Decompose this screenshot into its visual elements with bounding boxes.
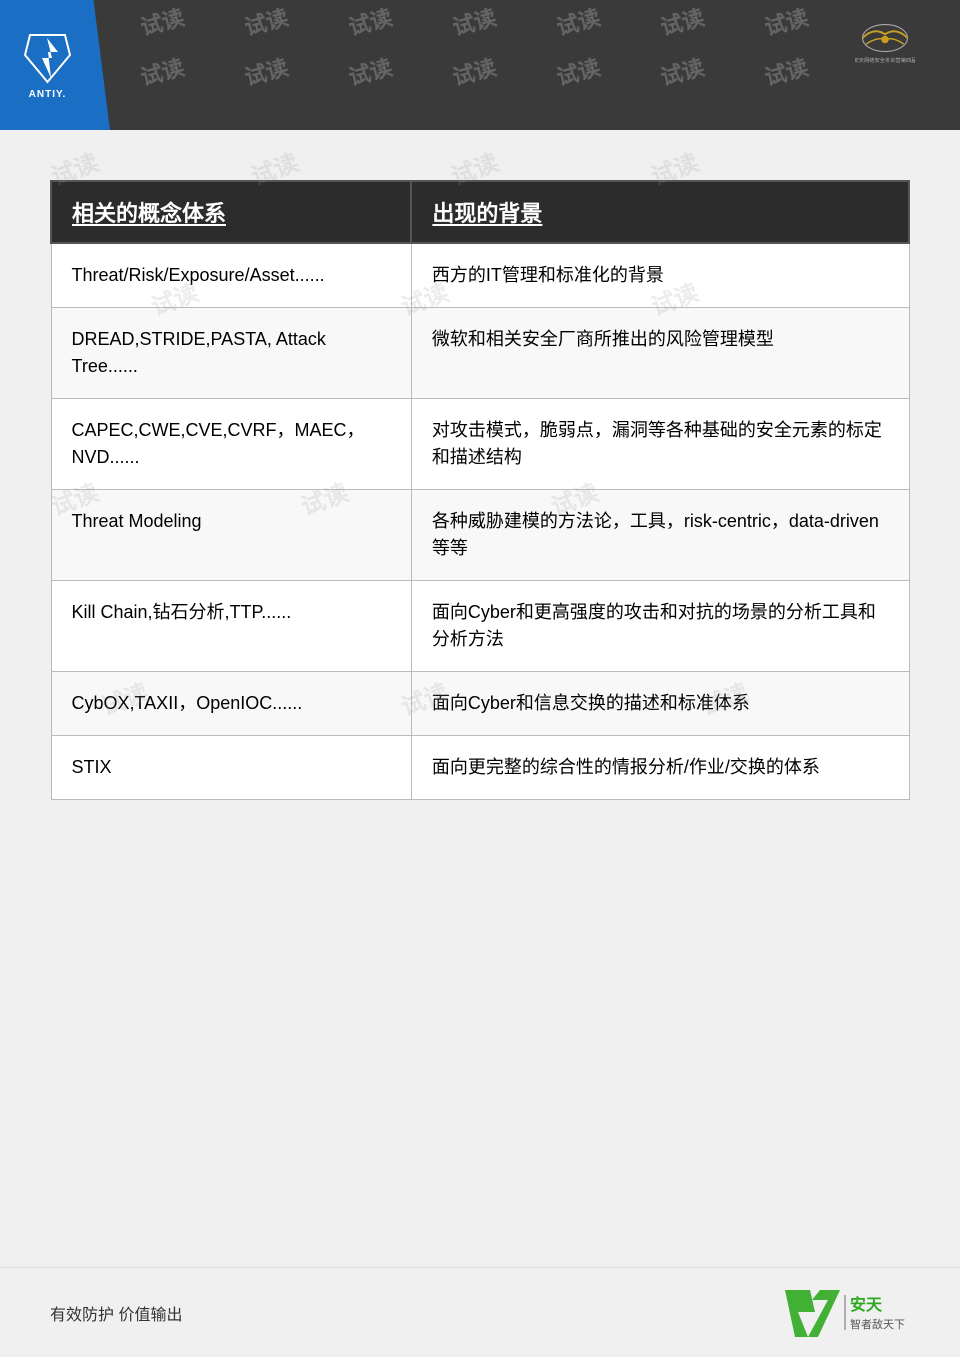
table-row: Threat/Risk/Exposure/Asset......西方的IT管理和… xyxy=(51,243,909,308)
footer: 有效防护 价值输出 安天 智者敌天下 xyxy=(0,1267,960,1357)
watermark-1: 试读 xyxy=(137,0,188,42)
table-row: Threat Modeling各种威胁建模的方法论，工具，risk-centri… xyxy=(51,490,909,581)
table-row: CAPEC,CWE,CVE,CVRF，MAEC，NVD......对攻击模式，脆… xyxy=(51,399,909,490)
watermark-7: 试读 xyxy=(761,0,812,42)
table-row: STIX面向更完整的综合性的情报分析/作业/交换的体系 xyxy=(51,736,909,800)
col1-header: 相关的概念体系 xyxy=(51,181,411,243)
watermark-3: 试读 xyxy=(345,0,396,42)
main-content: 试读 试读 试读 试读 试读 试读 试读 试读 试读 试读 试读 试读 试读 试… xyxy=(0,130,960,830)
watermark-8: 试读 xyxy=(137,50,188,92)
watermark-4: 试读 xyxy=(449,0,500,42)
header-emblem-icon: 安天网络安全冬训营第四届 xyxy=(855,23,915,68)
table-cell-left-3: Threat Modeling xyxy=(51,490,411,581)
table-cell-left-2: CAPEC,CWE,CVE,CVRF，MAEC，NVD...... xyxy=(51,399,411,490)
table-cell-left-0: Threat/Risk/Exposure/Asset...... xyxy=(51,243,411,308)
table-cell-right-0: 西方的IT管理和标准化的背景 xyxy=(411,243,909,308)
table-row: CybOX,TAXII，OpenIOC......面向Cyber和信息交换的描述… xyxy=(51,672,909,736)
table-cell-right-2: 对攻击模式，脆弱点，漏洞等各种基础的安全元素的标定和描述结构 xyxy=(411,399,909,490)
svg-text:智者敌天下: 智者敌天下 xyxy=(850,1317,905,1331)
watermark-9: 试读 xyxy=(241,50,292,92)
watermark-5: 试读 xyxy=(553,0,604,42)
table-row: Kill Chain,钻石分析,TTP......面向Cyber和更高强度的攻击… xyxy=(51,581,909,672)
watermark-13: 试读 xyxy=(657,50,708,92)
watermark-11: 试读 xyxy=(449,50,500,92)
footer-logo-icon: 安天 智者敌天下 xyxy=(780,1285,910,1340)
svg-text:安天网络安全冬训营第四届: 安天网络安全冬训营第四届 xyxy=(855,56,915,64)
watermark-14: 试读 xyxy=(761,50,812,92)
watermark-12: 试读 xyxy=(553,50,604,92)
table-row: DREAD,STRIDE,PASTA, Attack Tree......微软和… xyxy=(51,308,909,399)
header-bar: ANTIY. 试读 试读 试读 试读 试读 试读 试读 试读 试读 试读 试读 … xyxy=(0,0,960,130)
table-cell-right-3: 各种威胁建模的方法论，工具，risk-centric，data-driven等等 xyxy=(411,490,909,581)
logo-box: ANTIY. xyxy=(0,0,110,130)
table-cell-left-6: STIX xyxy=(51,736,411,800)
antiy-logo-text: ANTIY. xyxy=(29,89,67,100)
footer-logo-area: 安天 智者敌天下 xyxy=(780,1285,910,1340)
col2-header: 出现的背景 xyxy=(411,181,909,243)
footer-tagline: 有效防护 价值输出 xyxy=(50,1301,182,1325)
table-cell-right-6: 面向更完整的综合性的情报分析/作业/交换的体系 xyxy=(411,736,909,800)
watermark-6: 试读 xyxy=(657,0,708,42)
watermark-10: 试读 xyxy=(345,50,396,92)
table-cell-right-5: 面向Cyber和信息交换的描述和标准体系 xyxy=(411,672,909,736)
table-cell-right-4: 面向Cyber和更高强度的攻击和对抗的场景的分析工具和分析方法 xyxy=(411,581,909,672)
table-cell-left-1: DREAD,STRIDE,PASTA, Attack Tree...... xyxy=(51,308,411,399)
table-cell-right-1: 微软和相关安全厂商所推出的风险管理模型 xyxy=(411,308,909,399)
svg-text:安天: 安天 xyxy=(850,1295,883,1314)
table-cell-left-5: CybOX,TAXII，OpenIOC...... xyxy=(51,672,411,736)
antiy-logo-icon xyxy=(20,30,75,85)
table-cell-left-4: Kill Chain,钻石分析,TTP...... xyxy=(51,581,411,672)
header-right-logo: 安天网络安全冬训营第四届 xyxy=(825,10,945,80)
concept-table: 相关的概念体系 出现的背景 Threat/Risk/Exposure/Asset… xyxy=(50,180,910,800)
watermark-2: 试读 xyxy=(241,0,292,42)
